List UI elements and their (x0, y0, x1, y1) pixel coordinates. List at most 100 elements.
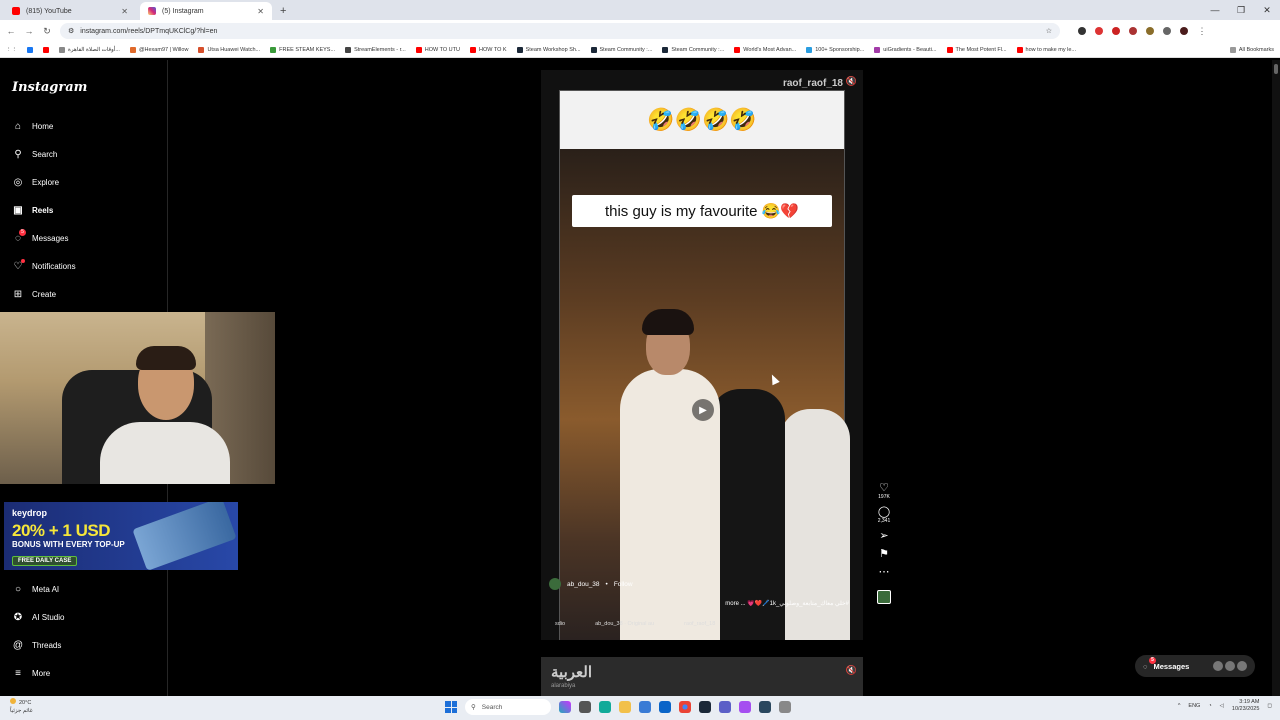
scrollbar-thumb[interactable] (1274, 64, 1278, 74)
like-button[interactable]: ♡ 197K (878, 482, 890, 500)
chrome-icon[interactable] (679, 701, 691, 713)
edge-icon[interactable] (599, 701, 611, 713)
wifi-icon[interactable]: ◔ (1208, 703, 1211, 709)
apps-icon[interactable]: ⋮⋮ (6, 47, 17, 53)
instagram-logo[interactable]: Instagram (12, 80, 87, 95)
all-bookmarks-button[interactable]: All Bookmarks (1229, 46, 1274, 53)
bookmark-item[interactable]: Utsa Huawei Watch... (198, 46, 260, 53)
teams-icon[interactable] (719, 701, 731, 713)
share-button[interactable]: ➢ (879, 530, 888, 542)
reel-description[interactable]: more ... 💗❤️🖊️1k_خلي معاك_متابعة_وصلوني# (725, 600, 849, 607)
audio-label[interactable]: sdio (555, 621, 565, 627)
maximize-icon[interactable]: ❐ (1228, 0, 1254, 20)
tab-instagram[interactable]: (5) Instagram ✕ (140, 2, 272, 20)
task-view-icon[interactable] (579, 701, 591, 713)
mute-icon[interactable]: 🔇 (846, 665, 857, 676)
streamer-shirt (100, 422, 230, 484)
bookmark-item[interactable]: HOW TO UTU (415, 46, 460, 53)
bookmark-item[interactable]: how to make my le... (1016, 46, 1076, 53)
new-tab-button[interactable]: + (280, 2, 286, 20)
save-button[interactable]: ⚑ (879, 548, 889, 560)
next-reel-preview[interactable]: العربية alarabiya 🔇 (541, 657, 863, 696)
extension-icon[interactable] (1095, 27, 1103, 35)
extension-icon[interactable] (1078, 27, 1086, 35)
extension-icon[interactable] (1129, 27, 1137, 35)
more-options-button[interactable]: ⋯ (879, 566, 890, 578)
bookmark-item[interactable] (27, 46, 33, 53)
nav-item-home[interactable]: ⌂ Home (12, 120, 53, 132)
minimize-icon[interactable]: — (1202, 0, 1228, 20)
close-tab-icon[interactable]: ✕ (257, 7, 264, 16)
tagged-user[interactable]: raof_raof_18 (684, 621, 715, 627)
notifications-icon[interactable]: ◻ (1267, 703, 1272, 709)
tab-title: (815) YouTube (26, 7, 72, 15)
weather-widget[interactable]: 20°C غائم جزئياً (10, 698, 33, 715)
bookmark-item[interactable]: FREE STEAM KEYS... (270, 46, 335, 53)
store-icon[interactable] (639, 701, 651, 713)
forward-icon[interactable]: → (24, 26, 34, 36)
bookmark-item[interactable]: أوقات الصلاة القاهرة... (59, 46, 120, 53)
keydrop-ad-banner[interactable]: keydrop 20% + 1 USD BONUS WITH EVERY TOP… (4, 502, 238, 570)
nav-item-ai-studio[interactable]: ✪ AI Studio (12, 611, 65, 623)
messenger-app-icon[interactable] (739, 701, 751, 713)
steam-icon[interactable] (699, 701, 711, 713)
nav-item-messages[interactable]: ◌ 5 Messages (12, 229, 68, 244)
extensions-puzzle-icon[interactable] (1163, 27, 1171, 35)
nav-item-explore[interactable]: ◎ Explore (12, 176, 60, 188)
play-icon[interactable]: ▶ (692, 399, 714, 421)
bookmark-item[interactable]: Steam Community :... (590, 46, 652, 53)
nav-item-create[interactable]: ⊞ Create (12, 288, 56, 300)
language-indicator[interactable]: ENG (1188, 703, 1200, 709)
author-avatar[interactable] (549, 578, 561, 590)
messages-pill[interactable]: ◌ 5 Messages (1135, 655, 1255, 677)
audio-thumbnail[interactable] (877, 590, 891, 604)
reload-icon[interactable]: ↻ (42, 26, 52, 37)
steam-alt-icon[interactable] (759, 701, 771, 713)
address-bar[interactable]: ⚙ instagram.com/reels/DPTmqUKClCg/?hl=en… (60, 23, 1060, 39)
bookmark-item[interactable]: Steam Community :... (662, 46, 724, 53)
bookmark-item[interactable]: HOW TO K (469, 46, 507, 53)
file-explorer-icon[interactable] (619, 701, 631, 713)
mute-icon[interactable]: 🔇 (846, 76, 857, 87)
bookmark-star-icon[interactable]: ☆ (1046, 27, 1052, 35)
tray-overflow-icon[interactable]: ^ (1178, 703, 1181, 709)
nav-item-threads[interactable]: @ Threads (12, 639, 61, 651)
extension-icon[interactable] (1146, 27, 1154, 35)
outlook-icon[interactable] (659, 701, 671, 713)
bookmark-item[interactable]: 100+ Sponsorship... (806, 46, 864, 53)
extension-icon[interactable] (1112, 27, 1120, 35)
nav-item-more[interactable]: ≡ More (12, 667, 50, 679)
bookmark-item[interactable] (43, 46, 49, 53)
profile-avatar[interactable] (1180, 27, 1188, 35)
reel-video[interactable]: raof_raof_18 🔇 🤣🤣🤣🤣 this guy is my favou… (541, 70, 863, 640)
webcam-overlay (0, 312, 275, 484)
close-tab-icon[interactable]: ✕ (121, 7, 128, 16)
bookmark-item[interactable]: StreamElements - r... (345, 46, 406, 53)
nav-item-reels[interactable]: ▣ Reels (12, 204, 53, 216)
close-window-icon[interactable]: ✕ (1254, 0, 1280, 20)
more-menu-icon[interactable]: ⋮ (1197, 26, 1207, 37)
bookmark-item[interactable]: @Hexam97 | Willow (129, 46, 188, 53)
bookmark-item[interactable]: Steam Workshop Sh... (516, 46, 581, 53)
audio-track[interactable]: ab_dou_38 · Original au (595, 621, 654, 627)
ad-pill: FREE DAILY CASE (12, 556, 78, 566)
tab-youtube[interactable]: (815) YouTube ✕ (4, 2, 136, 20)
windows-start-icon[interactable] (445, 701, 457, 713)
nav-item-search[interactable]: ⚲ Search (12, 148, 57, 160)
copilot-icon[interactable] (559, 701, 571, 713)
page-scrollbar[interactable] (1272, 60, 1280, 696)
settings-icon[interactable] (779, 701, 791, 713)
comment-button[interactable]: ◯ 2,341 (878, 506, 891, 524)
site-info-icon[interactable]: ⚙ (68, 27, 74, 35)
author-username[interactable]: ab_dou_38 (567, 581, 600, 588)
clock[interactable]: 3:19 AM 10/23/2025 (1232, 699, 1260, 713)
follow-button[interactable]: Follow (614, 581, 633, 588)
nav-item-notifications[interactable]: ♡ Notifications (12, 259, 76, 272)
back-icon[interactable]: ← (6, 26, 16, 36)
volume-icon[interactable]: ◁ (1220, 703, 1224, 709)
bookmark-item[interactable]: uiGradients - Beauti... (874, 46, 937, 53)
nav-item-meta-ai[interactable]: ○ Meta AI (12, 583, 59, 595)
taskbar-search[interactable]: ⚲ Search (465, 699, 551, 715)
bookmark-item[interactable]: The Most Potent Fl... (946, 46, 1007, 53)
bookmark-item[interactable]: World's Most Advan... (734, 46, 796, 53)
